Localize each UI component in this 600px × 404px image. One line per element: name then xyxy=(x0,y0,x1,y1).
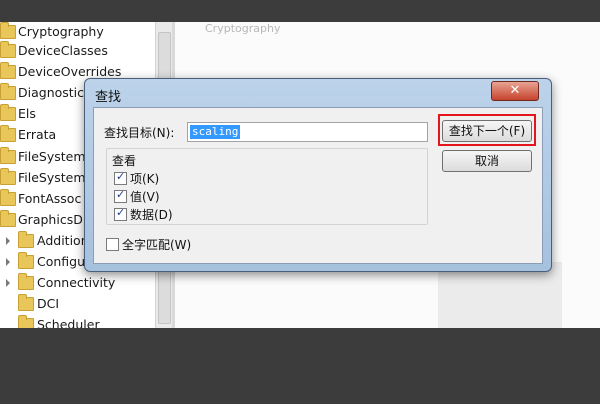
folder-icon xyxy=(0,41,16,58)
tree-item-label: FileSystem xyxy=(18,149,86,164)
folder-icon xyxy=(0,22,16,39)
folder-icon xyxy=(18,294,34,311)
find-what-input[interactable]: scaling xyxy=(187,122,428,142)
keys-checkbox[interactable]: ✓ xyxy=(114,170,127,185)
values-pane-header: Cryptography xyxy=(205,22,281,35)
tree-item-label: Errata xyxy=(18,127,57,142)
match-whole-string-checkbox[interactable] xyxy=(106,238,119,251)
tree-item-label: GraphicsDr xyxy=(18,212,88,227)
look-at-label: 查看 xyxy=(112,154,137,168)
keys-label: 项(K) xyxy=(130,172,160,186)
tree-item-label: Els xyxy=(18,106,36,121)
cancel-button[interactable]: 取消 xyxy=(442,150,532,172)
find-dialog: 查找 ✕ 查找目标(N): scaling 查找下一个(F) 取消 查看 ✓ 项… xyxy=(84,78,552,272)
folder-icon xyxy=(0,125,16,142)
tree-item-label: Configu xyxy=(37,254,86,269)
folder-icon xyxy=(0,62,16,79)
expand-arrow-icon[interactable] xyxy=(6,279,10,287)
find-what-label: 查找目标(N): xyxy=(104,126,175,140)
find-next-button[interactable]: 查找下一个(F) xyxy=(442,120,532,142)
data-checkbox[interactable]: ✓ xyxy=(114,206,127,221)
tree-item-label: Cryptography xyxy=(18,24,104,39)
tree-item-label: FontAssoc xyxy=(18,191,82,206)
check-icon: ✓ xyxy=(116,170,126,183)
dialog-body: 查找目标(N): scaling 查找下一个(F) 取消 查看 ✓ 项(K) ✓… xyxy=(93,107,543,264)
folder-icon xyxy=(18,273,34,290)
expand-arrow-icon[interactable] xyxy=(6,237,10,245)
tree-item-label: DCI xyxy=(37,296,60,311)
tree-item-label: Addition xyxy=(37,233,89,248)
expand-arrow-icon[interactable] xyxy=(6,258,10,266)
check-icon: ✓ xyxy=(116,188,126,201)
folder-icon xyxy=(18,315,34,328)
folder-icon xyxy=(18,231,34,248)
top-border xyxy=(0,0,600,22)
tree-item-label: Diagnostics xyxy=(18,85,91,100)
tree-item-label: Connectivity xyxy=(37,275,116,290)
check-icon: ✓ xyxy=(116,206,126,219)
bottom-border xyxy=(0,328,600,404)
tree-item-label: Scheduler xyxy=(37,317,100,328)
values-label: 值(V) xyxy=(130,190,160,204)
tree-item-label: DeviceClasses xyxy=(18,43,108,58)
find-what-text: scaling xyxy=(190,125,241,139)
folder-icon xyxy=(0,83,16,100)
folder-icon xyxy=(0,210,16,227)
close-button[interactable]: ✕ xyxy=(491,81,539,101)
folder-icon xyxy=(0,104,16,121)
folder-icon xyxy=(18,252,34,269)
match-whole-string-label: 全字匹配(W) xyxy=(122,238,192,252)
folder-icon xyxy=(0,147,16,164)
folder-icon xyxy=(0,168,16,185)
values-checkbox[interactable]: ✓ xyxy=(114,188,127,203)
dialog-title: 查找 xyxy=(95,90,122,105)
folder-icon xyxy=(0,189,16,206)
data-label: 数据(D) xyxy=(130,208,173,222)
